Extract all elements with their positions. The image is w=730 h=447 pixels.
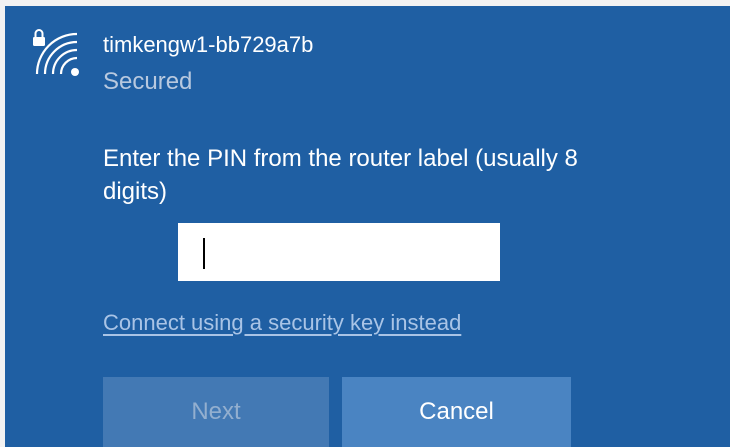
pin-input[interactable] [176, 221, 502, 283]
text-caret [203, 238, 205, 269]
wifi-secured-icon [27, 24, 83, 80]
page: timkengw1-bb729a7b Secured Enter the PIN… [0, 0, 730, 447]
cancel-button[interactable]: Cancel [342, 377, 571, 447]
next-button[interactable]: Next [103, 377, 329, 447]
network-status: Secured [103, 68, 193, 95]
pin-instruction: Enter the PIN from the router label (usu… [103, 145, 578, 205]
network-name: timkengw1-bb729a7b [103, 32, 314, 57]
security-key-link[interactable]: Connect using a security key instead [103, 308, 461, 338]
wifi-connect-panel: timkengw1-bb729a7b Secured Enter the PIN… [5, 6, 730, 447]
